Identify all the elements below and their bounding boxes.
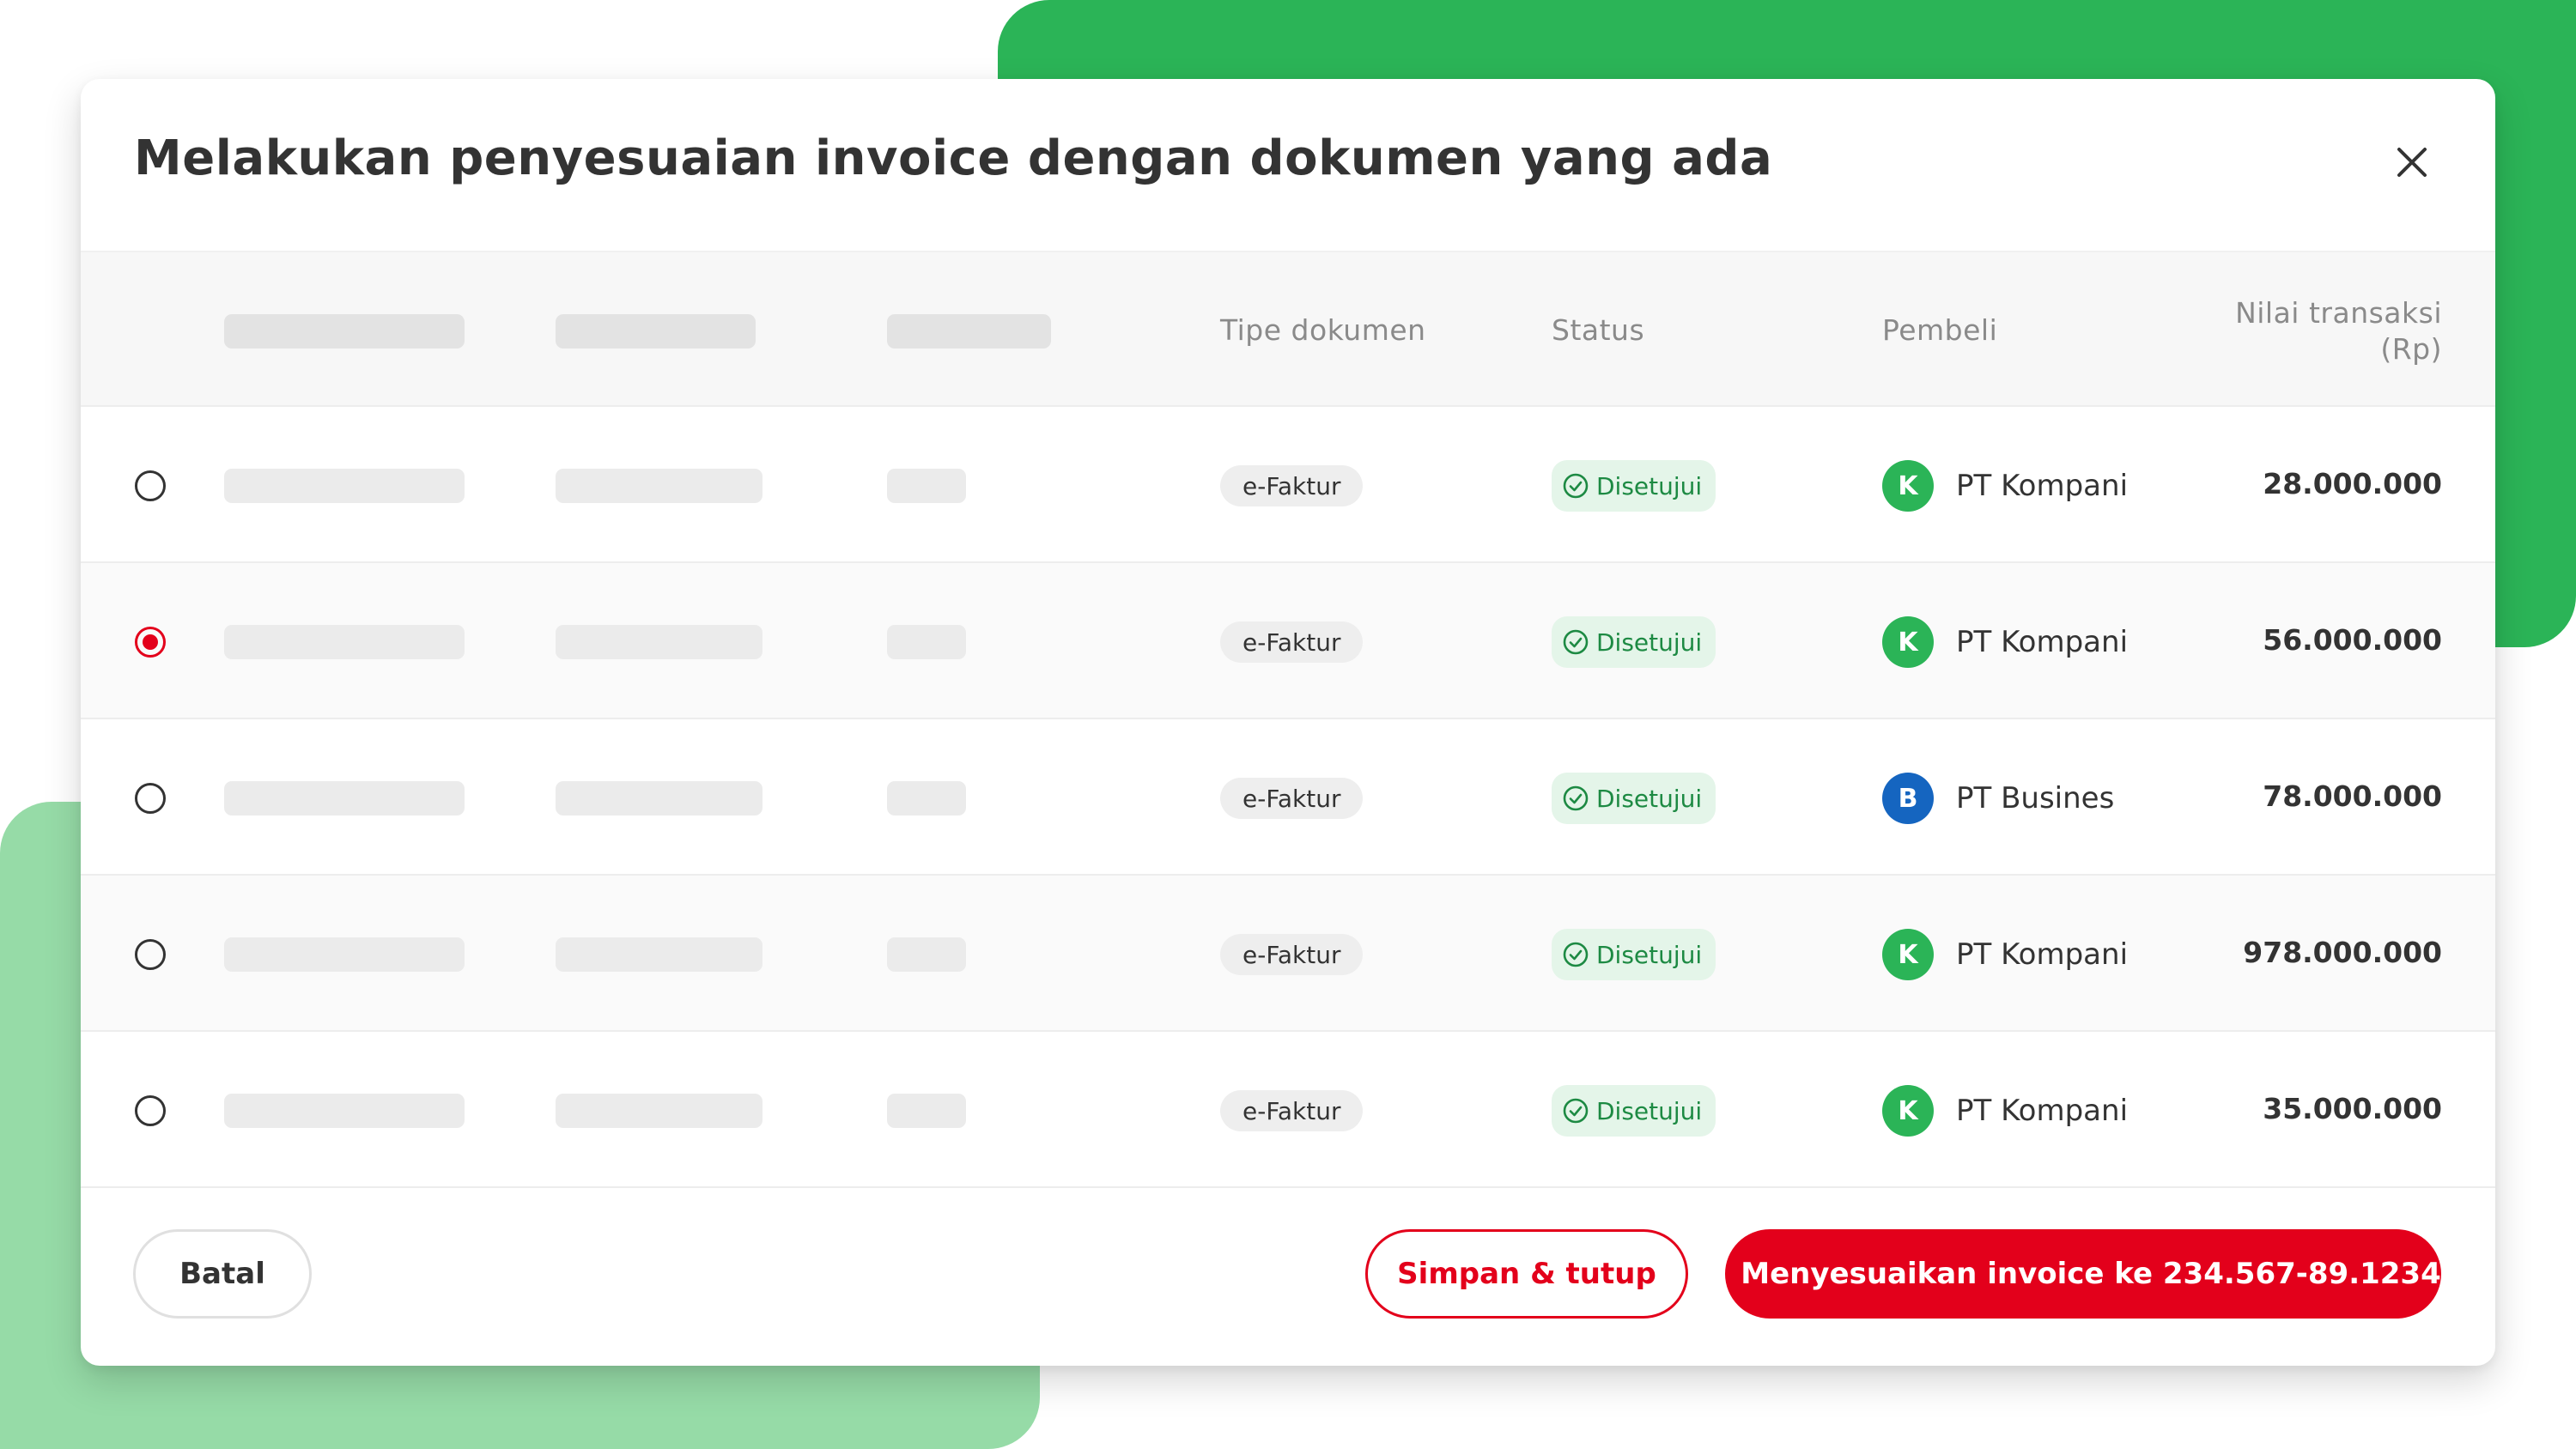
header-placeholder-1 <box>224 314 465 349</box>
check-circle-icon <box>1563 1098 1589 1124</box>
cell-placeholder-1 <box>224 781 465 815</box>
header-placeholder-2 <box>556 314 756 349</box>
cell-placeholder-2 <box>556 937 762 972</box>
buyer-avatar: K <box>1882 1085 1934 1137</box>
cell-placeholder-3 <box>887 625 966 659</box>
adjust-invoice-button[interactable]: Menyesuaikan invoice ke 234.567-89.1234 <box>1725 1229 2441 1319</box>
status-label: Disetujui <box>1596 784 1703 813</box>
doc-type-badge: e-Faktur <box>1220 934 1364 975</box>
column-header-status: Status <box>1552 313 1645 347</box>
status-badge: Disetujui <box>1552 929 1716 980</box>
table-row[interactable]: e-Faktur Disetujui K PT Kompani 56.000.000 <box>81 563 2495 719</box>
status-label: Disetujui <box>1596 940 1703 969</box>
transaction-amount: 56.000.000 <box>2263 623 2442 657</box>
cell-placeholder-1 <box>224 1094 465 1128</box>
invoice-adjustment-modal: Melakukan penyesuaian invoice dengan dok… <box>81 79 2495 1366</box>
status-label: Disetujui <box>1596 471 1703 500</box>
cell-placeholder-2 <box>556 781 762 815</box>
cell-placeholder-3 <box>887 937 966 972</box>
buyer-avatar: K <box>1882 929 1934 980</box>
column-header-amount: Nilai transaksi (Rp) <box>2235 295 2442 367</box>
table-row[interactable]: e-Faktur Disetujui K PT Kompani 28.000.000 <box>81 407 2495 563</box>
doc-type-badge: e-Faktur <box>1220 1090 1364 1131</box>
cell-placeholder-2 <box>556 625 762 659</box>
column-header-doc-type: Tipe dokumen <box>1220 313 1426 347</box>
buyer-name: PT Kompani <box>1956 469 2129 503</box>
check-circle-icon <box>1563 629 1589 655</box>
buyer-name: PT Busines <box>1956 781 2115 815</box>
buyer-avatar: B <box>1882 773 1934 824</box>
transaction-amount: 28.000.000 <box>2263 467 2442 500</box>
save-and-close-button[interactable]: Simpan & tutup <box>1365 1229 1688 1319</box>
modal-footer: Batal Simpan & tutup Menyesuaikan invoic… <box>81 1188 2495 1366</box>
column-header-buyer: Pembeli <box>1882 313 1998 347</box>
column-header-amount-line1: Nilai transaksi <box>2235 296 2442 330</box>
cell-placeholder-1 <box>224 469 465 503</box>
table-row[interactable]: e-Faktur Disetujui K PT Kompani 978.000.000 <box>81 876 2495 1032</box>
status-label: Disetujui <box>1596 1096 1703 1125</box>
row-radio-button[interactable] <box>135 939 166 970</box>
doc-type-badge: e-Faktur <box>1220 465 1364 506</box>
cell-placeholder-3 <box>887 469 966 503</box>
buyer-name: PT Kompani <box>1956 625 2129 659</box>
column-header-amount-line2: (Rp) <box>2380 332 2442 366</box>
check-circle-icon <box>1563 942 1589 967</box>
cell-placeholder-2 <box>556 1094 762 1128</box>
row-radio-button[interactable] <box>135 783 166 814</box>
header-placeholder-3 <box>887 314 1051 349</box>
modal-header: Melakukan penyesuaian invoice dengan dok… <box>81 79 2495 251</box>
doc-type-badge: e-Faktur <box>1220 778 1364 819</box>
row-radio-button[interactable] <box>135 1095 166 1126</box>
buyer-name: PT Kompani <box>1956 1094 2129 1128</box>
cell-placeholder-1 <box>224 937 465 972</box>
close-button[interactable] <box>2382 132 2442 192</box>
status-badge: Disetujui <box>1552 1085 1716 1137</box>
check-circle-icon <box>1563 785 1589 811</box>
cell-placeholder-1 <box>224 625 465 659</box>
table-row[interactable]: e-Faktur Disetujui B PT Busines 78.000.000 <box>81 719 2495 876</box>
adjust-invoice-button-label: Menyesuaikan invoice ke 234.567-89.1234 <box>1741 1257 2441 1291</box>
status-label: Disetujui <box>1596 627 1703 657</box>
check-circle-icon <box>1563 473 1589 499</box>
table-row[interactable]: e-Faktur Disetujui K PT Kompani 35.000.000 <box>81 1032 2495 1188</box>
transaction-amount: 78.000.000 <box>2263 779 2442 813</box>
table-header: Tipe dokumen Status Pembeli Nilai transa… <box>81 251 2495 407</box>
row-radio-button[interactable] <box>135 627 166 658</box>
buyer-avatar: K <box>1882 460 1934 512</box>
buyer-avatar: K <box>1882 616 1934 668</box>
modal-title: Melakukan penyesuaian invoice dengan dok… <box>134 130 1773 186</box>
buyer-name: PT Kompani <box>1956 937 2129 972</box>
status-badge: Disetujui <box>1552 773 1716 824</box>
cancel-button[interactable]: Batal <box>133 1229 312 1319</box>
close-icon <box>2397 148 2427 177</box>
cell-placeholder-2 <box>556 469 762 503</box>
transaction-amount: 35.000.000 <box>2263 1092 2442 1125</box>
status-badge: Disetujui <box>1552 460 1716 512</box>
status-badge: Disetujui <box>1552 616 1716 668</box>
cell-placeholder-3 <box>887 1094 966 1128</box>
row-radio-button[interactable] <box>135 470 166 501</box>
cell-placeholder-3 <box>887 781 966 815</box>
transaction-amount: 978.000.000 <box>2243 936 2442 969</box>
doc-type-badge: e-Faktur <box>1220 621 1364 663</box>
